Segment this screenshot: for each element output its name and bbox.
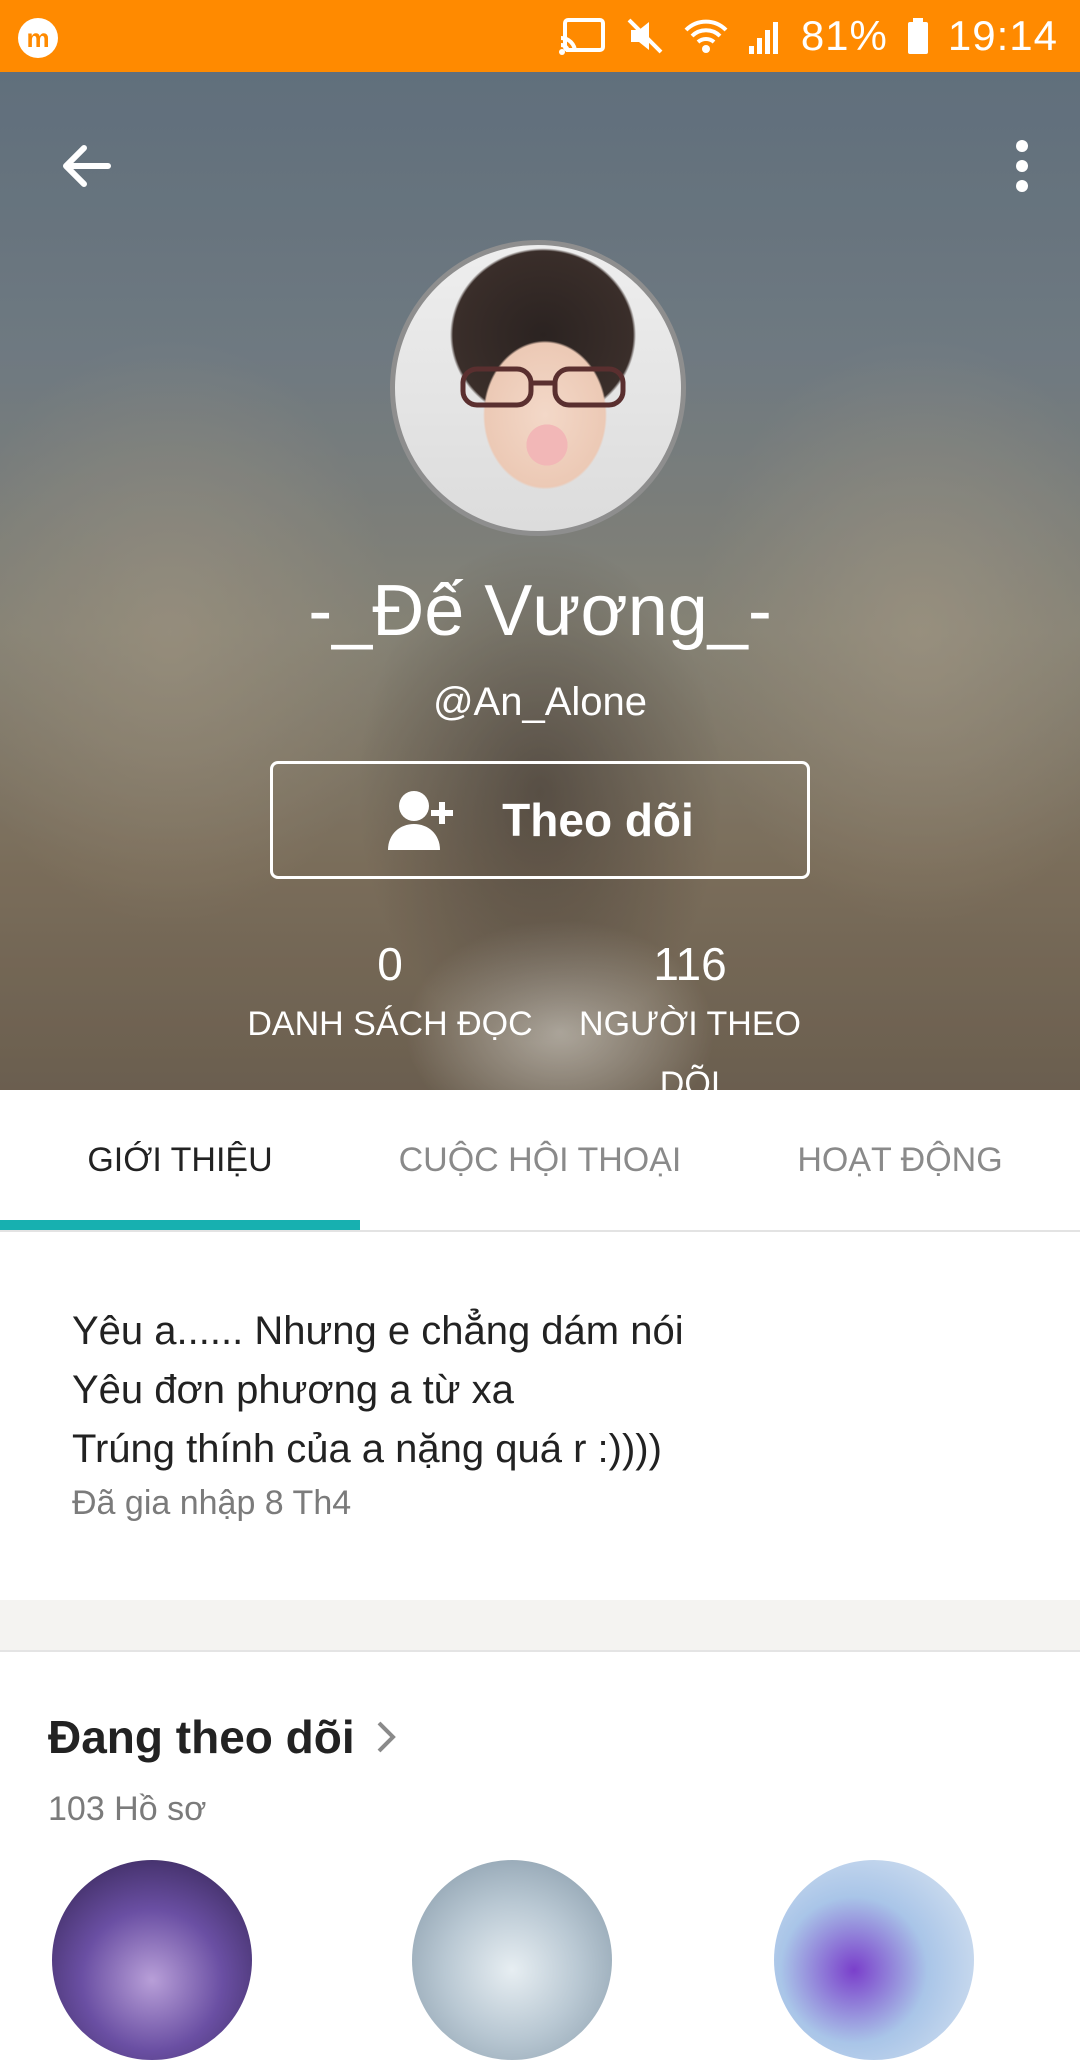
display-name: -_Đế Vương_- — [308, 571, 772, 651]
following-header[interactable]: Đang theo dõi — [48, 1710, 397, 1764]
add-user-icon — [388, 791, 454, 850]
glasses-graphic — [460, 366, 626, 408]
bio-line: Yêu đơn phương a từ xa — [72, 1368, 514, 1412]
reading-lists-stat[interactable]: 0 DANH SÁCH ĐỌC — [240, 934, 540, 1054]
following-count: 103 Hồ sơ — [48, 1790, 207, 1828]
joined-date: Đã gia nhập 8 Th4 — [72, 1484, 352, 1522]
cast-icon — [558, 16, 607, 56]
overflow-menu-button[interactable] — [992, 126, 1052, 206]
app-notification-icon: m — [18, 18, 58, 58]
bio-text: Yêu a...... Nhưng e chẳng dám nói Yêu đơ… — [72, 1302, 684, 1479]
chevron-right-icon — [377, 1721, 396, 1753]
mute-icon — [625, 16, 665, 56]
following-avatar[interactable] — [412, 1860, 612, 2060]
followers-count: 116 — [653, 938, 727, 990]
followers-label: NGƯỜI THEO DÕI — [579, 1005, 801, 1090]
arrow-left-icon — [63, 145, 111, 187]
profile-header: -_Đế Vương_- @An_Alone Theo dõi 0 DANH S… — [0, 72, 1080, 1090]
following-avatar[interactable] — [52, 1860, 252, 2060]
tab-about[interactable]: GIỚI THIỆU — [0, 1090, 360, 1230]
profile-avatar — [390, 240, 686, 536]
clock: 19:14 — [947, 12, 1058, 59]
profile-stats: 0 DANH SÁCH ĐỌC 116 NGƯỜI THEO DÕI — [0, 934, 1080, 1090]
section-divider — [0, 1600, 1080, 1652]
username: @An_Alone — [432, 680, 648, 724]
status-icons: 81% 19:14 — [558, 0, 1058, 72]
followers-stat[interactable]: 116 NGƯỜI THEO DÕI — [545, 934, 835, 1090]
status-bar: m 81% 19:14 — [0, 0, 1080, 72]
wifi-icon — [683, 16, 729, 56]
following-section: Đang theo dõi 103 Hồ sơ — [0, 1652, 1080, 2060]
more-vert-icon — [1016, 140, 1028, 192]
bio-line: Yêu a...... Nhưng e chẳng dám nói — [72, 1309, 684, 1353]
reading-lists-label: DANH SÁCH ĐỌC — [247, 1005, 533, 1043]
following-avatar[interactable] — [774, 1860, 974, 2060]
signal-icon — [747, 16, 783, 56]
active-tab-indicator — [0, 1220, 360, 1230]
following-title: Đang theo dõi — [48, 1711, 355, 1763]
tab-activity[interactable]: HOẠT ĐỘNG — [720, 1090, 1080, 1230]
back-button[interactable] — [46, 126, 126, 206]
follow-label: Theo dõi — [502, 794, 694, 846]
battery-percent: 81% — [800, 12, 888, 59]
bio-line: Trúng thính của a nặng quá r :)))) — [72, 1427, 662, 1471]
profile-tabs: GIỚI THIỆU CUỘC HỘI THOẠI HOẠT ĐỘNG — [0, 1090, 1080, 1232]
reading-lists-count: 0 — [377, 938, 403, 990]
battery-icon — [906, 16, 930, 56]
follow-button[interactable]: Theo dõi — [270, 761, 810, 879]
tab-conversations[interactable]: CUỘC HỘI THOẠI — [360, 1090, 720, 1230]
about-section: Yêu a...... Nhưng e chẳng dám nói Yêu đơ… — [0, 1232, 1080, 1600]
